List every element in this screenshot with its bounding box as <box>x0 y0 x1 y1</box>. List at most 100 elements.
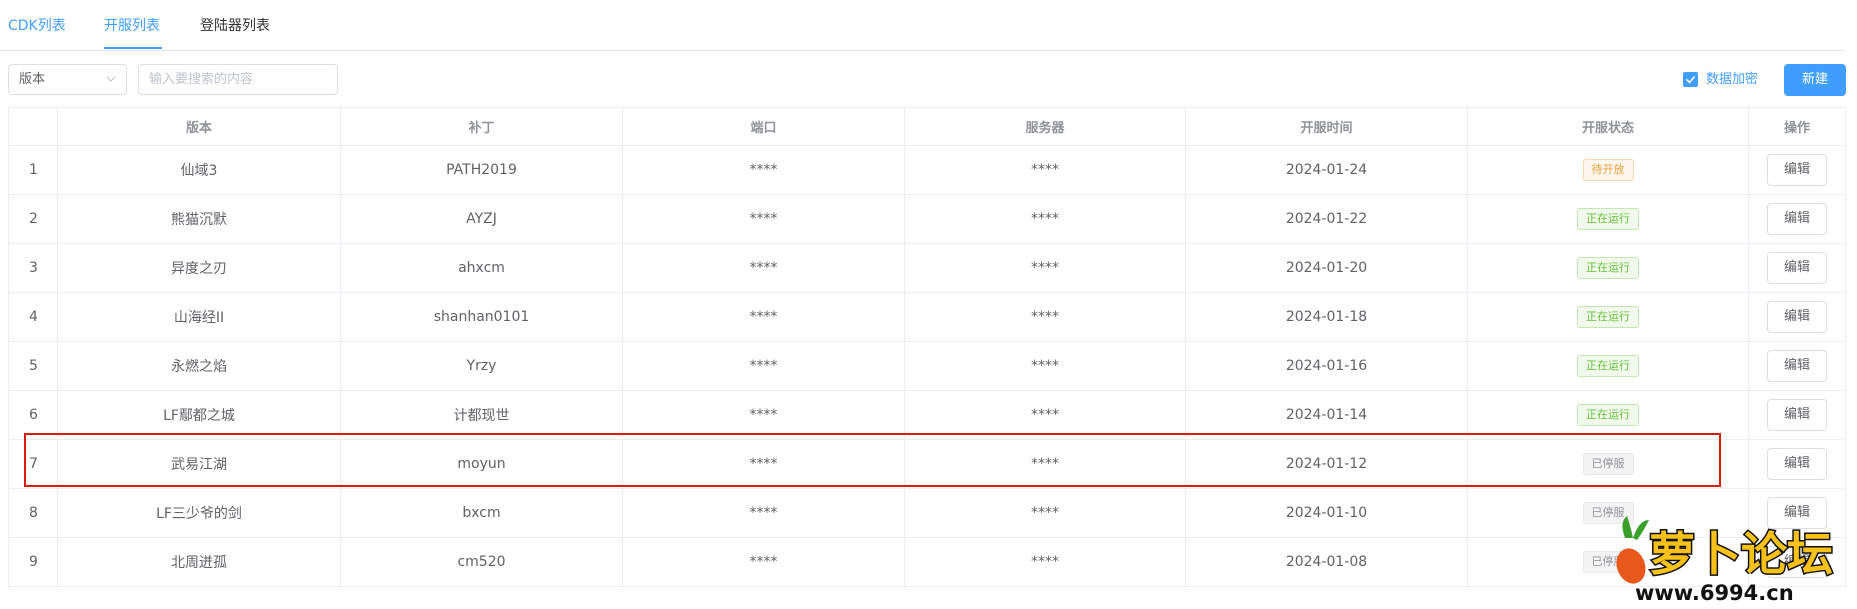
version-cell: 熊猫沉默 <box>57 194 341 244</box>
status-badge: 正在运行 <box>1577 208 1639 230</box>
status-cell: 正在运行 <box>1467 292 1749 342</box>
encrypt-checkbox[interactable] <box>1683 72 1698 87</box>
table-row: 6 LF鄢都之城 计都现世 **** **** 2024-01-14 正在运行 编辑 <box>8 390 1846 440</box>
open-date-cell: 2024-01-10 <box>1185 488 1468 538</box>
server-cell: **** <box>904 145 1186 195</box>
version-cell: 仙域3 <box>57 145 341 195</box>
open-date-cell: 2024-01-24 <box>1185 145 1468 195</box>
server-cell: **** <box>904 341 1186 391</box>
watermark-title: 萝卜论坛 <box>1649 527 1833 581</box>
tab-bar: CDK列表 开服列表 登陆器列表 <box>0 0 1845 51</box>
table-row: 2 熊猫沉默 AYZJ **** **** 2024-01-22 正在运行 编辑 <box>8 194 1846 244</box>
server-cell: **** <box>904 488 1186 538</box>
action-cell: 编辑 <box>1748 390 1846 440</box>
status-cell: 正在运行 <box>1467 243 1749 293</box>
server-cell: **** <box>904 292 1186 342</box>
port-cell: **** <box>622 537 905 587</box>
open-date-cell: 2024-01-08 <box>1185 537 1468 587</box>
edit-button[interactable]: 编辑 <box>1767 252 1827 284</box>
row-index: 9 <box>8 537 58 587</box>
row-index: 2 <box>8 194 58 244</box>
status-cell: 正在运行 <box>1467 194 1749 244</box>
row-index: 8 <box>8 488 58 538</box>
version-cell: 异度之刃 <box>57 243 341 293</box>
open-date-cell: 2024-01-14 <box>1185 390 1468 440</box>
patch-cell: PATH2019 <box>340 145 623 195</box>
edit-button[interactable]: 编辑 <box>1767 203 1827 235</box>
server-cell: **** <box>904 194 1186 244</box>
column-header-server: 服务器 <box>904 107 1186 146</box>
action-cell: 编辑 <box>1748 292 1846 342</box>
search-input[interactable] <box>138 64 338 95</box>
status-cell: 待开放 <box>1467 145 1749 195</box>
site-watermark-logo: 萝卜论坛 www.6994.cn <box>1616 516 1835 604</box>
tab-launcher-list[interactable]: 登陆器列表 <box>200 18 270 34</box>
table-row: 7 武易江湖 moyun **** **** 2024-01-12 已停服 编辑 <box>8 439 1846 489</box>
column-header-open-date: 开服时间 <box>1185 107 1468 146</box>
version-cell: 武易江湖 <box>57 439 341 489</box>
row-index: 5 <box>8 341 58 391</box>
version-cell: 山海经II <box>57 292 341 342</box>
patch-cell: ahxcm <box>340 243 623 293</box>
tab-cdk-list[interactable]: CDK列表 <box>8 18 66 34</box>
table-row: 8 LF三少爷的剑 bxcm **** **** 2024-01-10 已停服 编辑 <box>8 488 1846 538</box>
action-cell: 编辑 <box>1748 145 1846 195</box>
version-cell: LF三少爷的剑 <box>57 488 341 538</box>
server-cell: **** <box>904 243 1186 293</box>
action-cell: 编辑 <box>1748 439 1846 489</box>
port-cell: **** <box>622 439 905 489</box>
checkmark-icon <box>1685 75 1696 84</box>
patch-cell: shanhan0101 <box>340 292 623 342</box>
column-header-index <box>8 107 58 146</box>
server-cell: **** <box>904 439 1186 489</box>
status-badge: 正在运行 <box>1577 306 1639 328</box>
version-select[interactable]: 版本 <box>8 64 127 95</box>
edit-button[interactable]: 编辑 <box>1767 448 1827 480</box>
status-badge: 待开放 <box>1582 159 1634 181</box>
row-index: 1 <box>8 145 58 195</box>
patch-cell: bxcm <box>340 488 623 538</box>
table-row: 5 永燃之焰 Yrzy **** **** 2024-01-16 正在运行 编辑 <box>8 341 1846 391</box>
table-row: 1 仙域3 PATH2019 **** **** 2024-01-24 待开放 编辑 <box>8 145 1846 195</box>
edit-button[interactable]: 编辑 <box>1767 301 1827 333</box>
open-date-cell: 2024-01-16 <box>1185 341 1468 391</box>
patch-cell: AYZJ <box>340 194 623 244</box>
version-cell: 永燃之焰 <box>57 341 341 391</box>
active-tab-indicator <box>104 47 162 49</box>
row-index: 6 <box>8 390 58 440</box>
new-button[interactable]: 新建 <box>1784 64 1846 96</box>
status-badge: 已停服 <box>1582 453 1634 475</box>
port-cell: **** <box>622 145 905 195</box>
edit-button[interactable]: 编辑 <box>1767 399 1827 431</box>
encrypt-label[interactable]: 数据加密 <box>1706 72 1758 87</box>
status-badge: 正在运行 <box>1577 404 1639 426</box>
row-index: 3 <box>8 243 58 293</box>
table-header-row: 版本 补丁 端口 服务器 开服时间 开服状态 操作 <box>8 107 1846 146</box>
table-row: 3 异度之刃 ahxcm **** **** 2024-01-20 正在运行 编辑 <box>8 243 1846 293</box>
server-cell: **** <box>904 390 1186 440</box>
port-cell: **** <box>622 243 905 293</box>
tab-server-list[interactable]: 开服列表 <box>104 18 160 34</box>
status-cell: 已停服 <box>1467 439 1749 489</box>
row-index: 7 <box>8 439 58 489</box>
action-cell: 编辑 <box>1748 341 1846 391</box>
patch-cell: Yrzy <box>340 341 623 391</box>
server-cell: **** <box>904 537 1186 587</box>
column-header-patch: 补丁 <box>340 107 623 146</box>
column-header-status: 开服状态 <box>1467 107 1749 146</box>
edit-button[interactable]: 编辑 <box>1767 154 1827 186</box>
port-cell: **** <box>622 488 905 538</box>
status-badge: 正在运行 <box>1577 257 1639 279</box>
port-cell: **** <box>622 194 905 244</box>
patch-cell: moyun <box>340 439 623 489</box>
edit-button[interactable]: 编辑 <box>1767 350 1827 382</box>
patch-cell: cm520 <box>340 537 623 587</box>
port-cell: **** <box>622 292 905 342</box>
open-date-cell: 2024-01-12 <box>1185 439 1468 489</box>
version-select-value: 版本 <box>19 72 46 87</box>
open-date-cell: 2024-01-22 <box>1185 194 1468 244</box>
status-cell: 正在运行 <box>1467 390 1749 440</box>
column-header-action: 操作 <box>1748 107 1846 146</box>
table-row: 9 北周迸孤 cm520 **** **** 2024-01-08 已停服 编辑 <box>8 537 1846 587</box>
open-date-cell: 2024-01-18 <box>1185 292 1468 342</box>
